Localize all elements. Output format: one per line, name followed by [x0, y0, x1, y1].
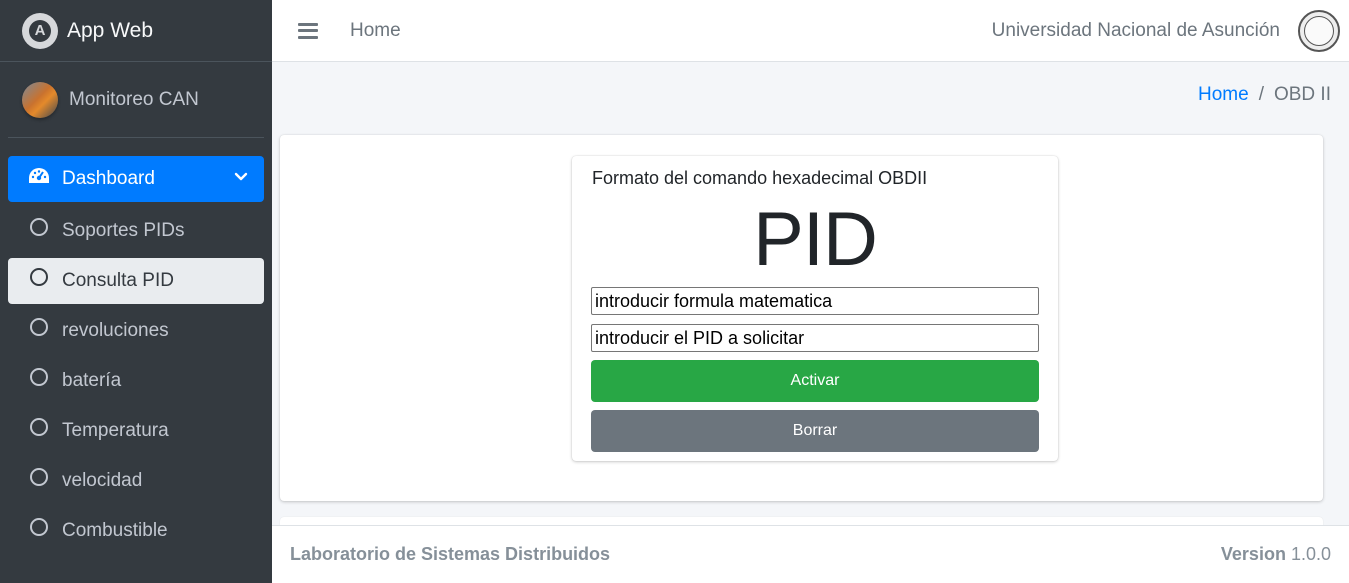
- nav-home-link[interactable]: Home: [350, 20, 401, 42]
- breadcrumb: Home / OBD II: [1198, 84, 1331, 106]
- pid-input[interactable]: [591, 324, 1039, 352]
- sidebar-item-velocidad[interactable]: velocidad: [8, 458, 264, 504]
- brand-title: App Web: [67, 18, 153, 42]
- avatar: [22, 81, 58, 118]
- clear-button[interactable]: Borrar: [591, 410, 1039, 452]
- circle-icon: [30, 318, 48, 336]
- menu-toggle-icon[interactable]: [298, 22, 318, 39]
- pid-display: PID: [753, 197, 878, 282]
- sidebar-item-dashboard[interactable]: Dashboard: [8, 156, 264, 202]
- pid-command-card: Formato del comando hexadecimal OBDII PI…: [572, 156, 1058, 461]
- breadcrumb-separator: /: [1258, 84, 1264, 105]
- sidebar-item-revoluciones[interactable]: revoluciones: [8, 308, 264, 354]
- footer-lab-name: Laboratorio de Sistemas Distribuidos: [290, 544, 611, 564]
- breadcrumb-home-link[interactable]: Home: [1198, 84, 1249, 106]
- version-number: 1.0.0: [1290, 544, 1331, 564]
- circle-icon: [30, 468, 48, 486]
- secondary-card-edge: [280, 517, 1323, 525]
- circle-icon: [30, 218, 48, 236]
- circle-icon: [30, 518, 48, 536]
- activate-button[interactable]: Activar: [591, 360, 1039, 402]
- user-name: Monitoreo CAN: [69, 88, 199, 110]
- main-card: Formato del comando hexadecimal OBDII PI…: [280, 135, 1323, 501]
- sidebar-item-temperatura[interactable]: Temperatura: [8, 408, 264, 454]
- circle-icon: [30, 368, 48, 386]
- sidebar-item-label: Soportes PIDs: [62, 220, 185, 241]
- circle-icon: [30, 268, 48, 286]
- sidebar-item-label: batería: [62, 370, 122, 391]
- university-seal-icon: [1298, 9, 1340, 52]
- sidebar-item-label: Dashboard: [62, 168, 155, 189]
- top-navbar: Home Universidad Nacional de Asunción: [272, 0, 1349, 62]
- circle-icon: [30, 418, 48, 436]
- sidebar: A App Web Monitoreo CAN Dashboard Soport…: [0, 0, 272, 583]
- user-panel[interactable]: Monitoreo CAN: [8, 62, 264, 138]
- brand-link[interactable]: A App Web: [0, 0, 272, 62]
- formula-input[interactable]: [591, 287, 1039, 315]
- sidebar-item-label: Consulta PID: [62, 270, 174, 291]
- sidebar-item-label: Combustible: [62, 520, 168, 541]
- chevron-down-icon: [234, 172, 248, 181]
- sidebar-item-soportes-pids[interactable]: Soportes PIDs: [8, 208, 264, 254]
- sidebar-item-combustible[interactable]: Combustible: [8, 508, 264, 554]
- sidebar-item-bateria[interactable]: batería: [8, 358, 264, 404]
- footer-version: Version 1.0.0: [1221, 544, 1331, 565]
- sidebar-item-label: revoluciones: [62, 320, 169, 341]
- sidebar-item-label: Temperatura: [62, 420, 169, 441]
- university-name: Universidad Nacional de Asunción: [991, 19, 1280, 41]
- sidebar-nav: Dashboard Soportes PIDs Consulta PID rev…: [0, 138, 272, 554]
- app-logo-icon: A: [22, 12, 58, 49]
- breadcrumb-current: OBD II: [1273, 84, 1331, 105]
- footer: Laboratorio de Sistemas Distribuidos Ver…: [272, 525, 1349, 583]
- sidebar-item-consulta-pid[interactable]: Consulta PID: [8, 258, 264, 304]
- sidebar-item-label: velocidad: [62, 470, 143, 491]
- tachometer-icon: [29, 168, 49, 183]
- card-title: Formato del comando hexadecimal OBDII: [592, 168, 928, 188]
- version-label: Version: [1220, 544, 1286, 564]
